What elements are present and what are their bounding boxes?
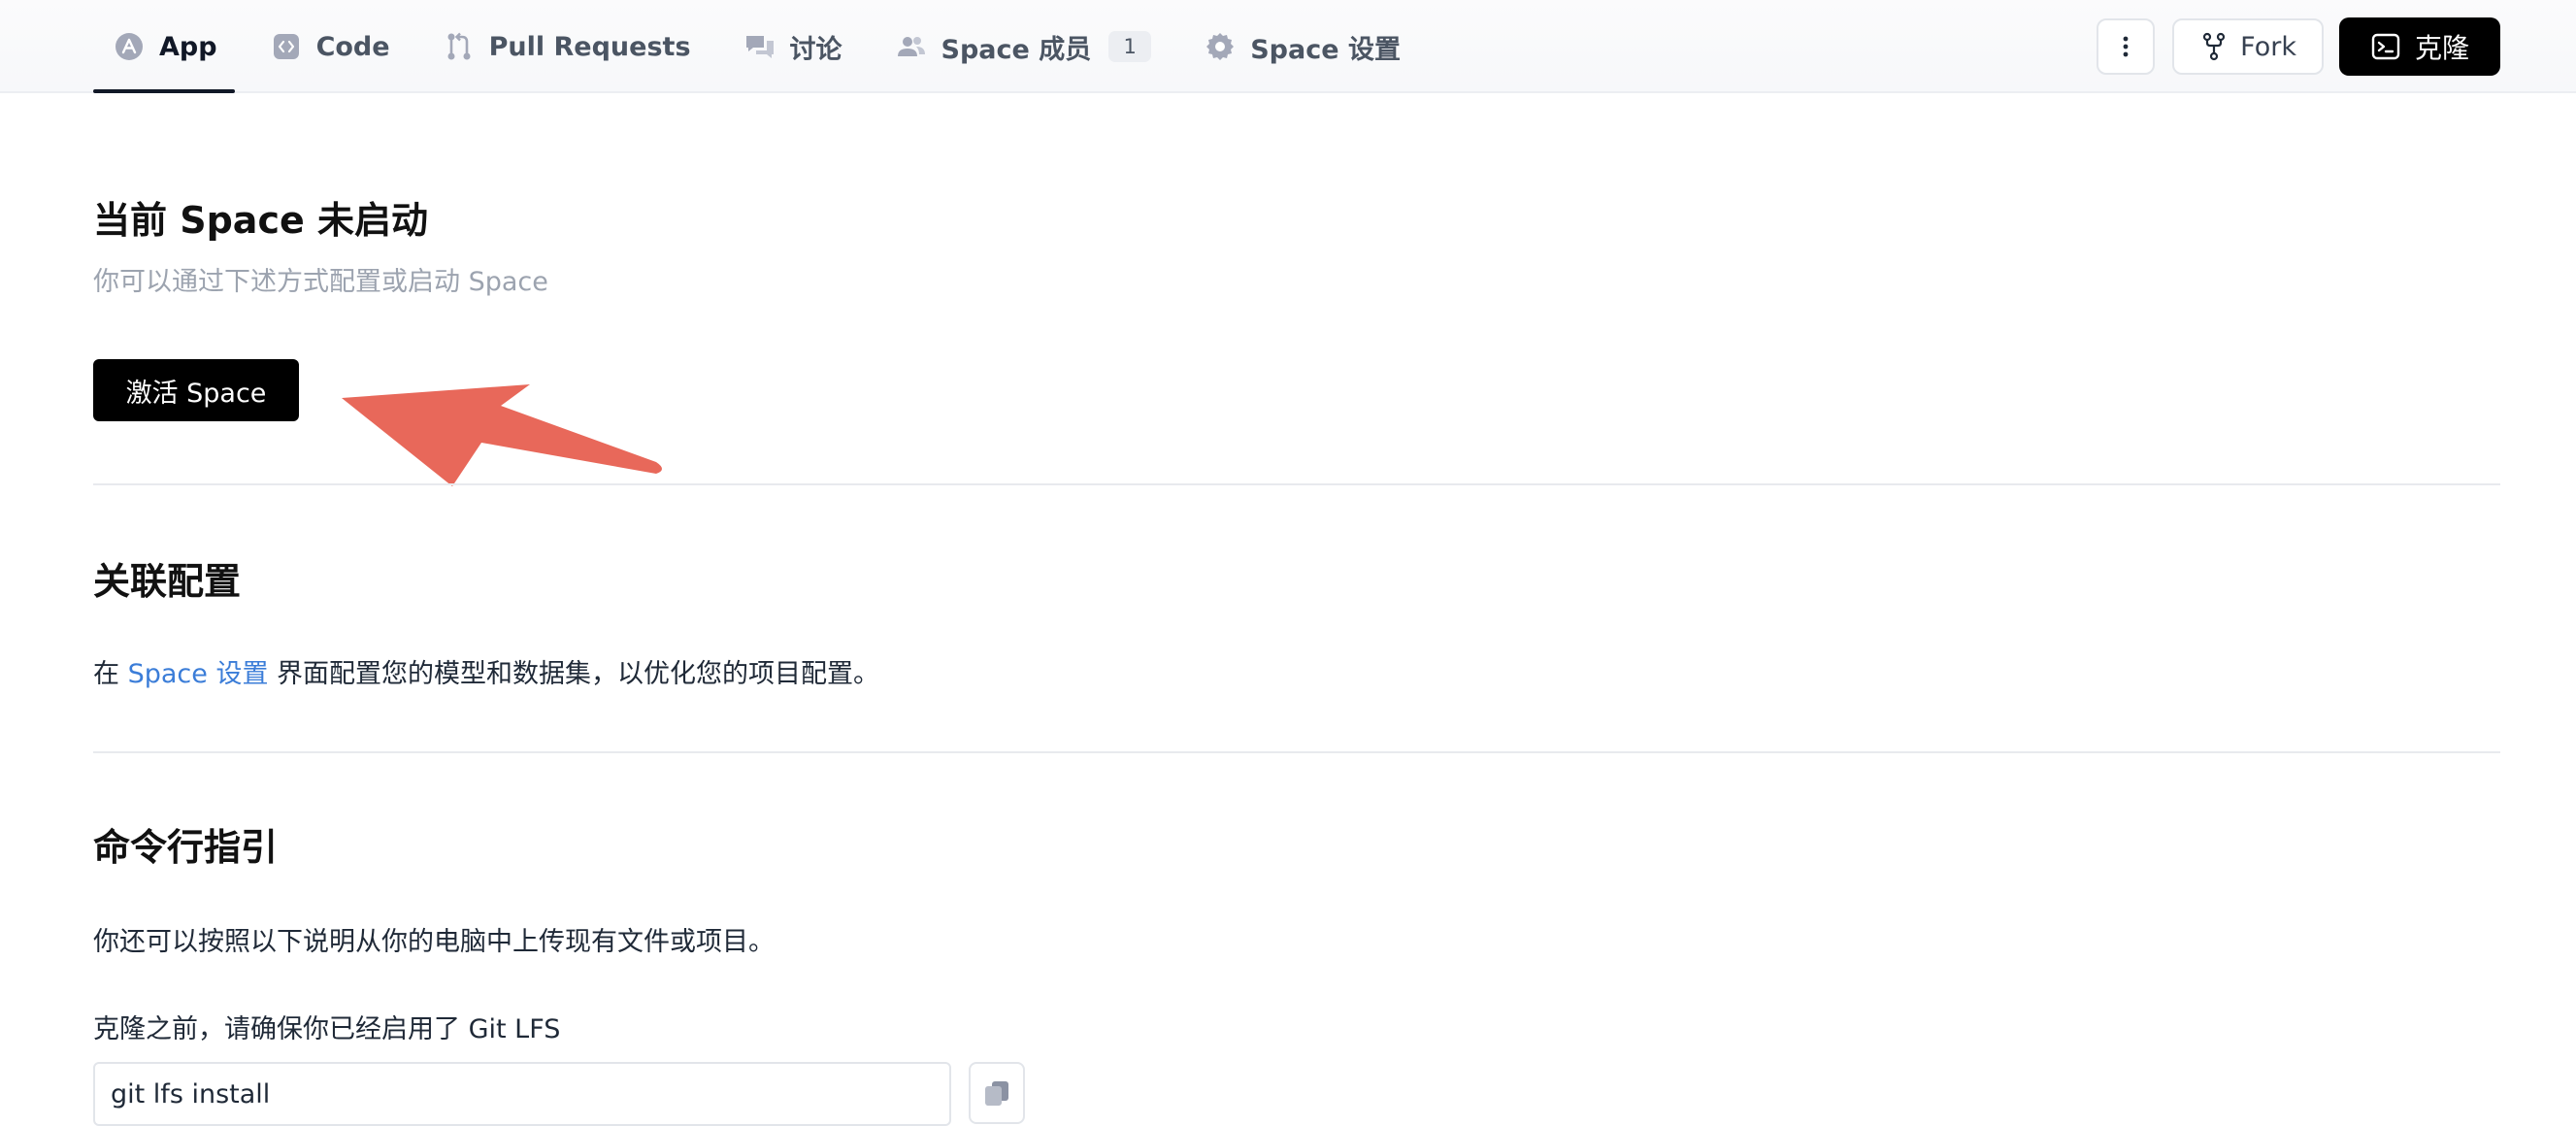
- lfs-note: 克隆之前，请确保你已经启用了 Git LFS: [93, 1014, 561, 1044]
- code-icon: [270, 30, 303, 63]
- section-divider: [93, 483, 2500, 485]
- top-bar: App Code Pull Requests 讨论 Space 成员 1 Spa…: [0, 0, 2576, 93]
- tab-label: 讨论: [789, 34, 842, 65]
- status-title: 当前 Space 未启动: [93, 199, 428, 242]
- gear-icon: [1204, 30, 1237, 63]
- more-options-button[interactable]: [2097, 18, 2156, 75]
- tab-app[interactable]: App: [93, 0, 235, 93]
- fork-icon: [2203, 32, 2226, 61]
- tab-space-settings[interactable]: Space 设置: [1186, 0, 1418, 93]
- clone-label: 克隆: [2414, 32, 2469, 64]
- member-count-badge: 1: [1108, 31, 1152, 62]
- pull-request-icon: [443, 30, 476, 63]
- tab-label: App: [159, 31, 217, 62]
- terminal-icon: [2371, 33, 2400, 60]
- tab-code[interactable]: Code: [252, 0, 408, 93]
- clone-button[interactable]: 克隆: [2338, 17, 2500, 76]
- members-icon: [895, 30, 928, 63]
- config-suffix: 界面配置您的模型和数据集，以优化您的项目配置。: [268, 659, 880, 689]
- header-actions: Fork 克隆: [2097, 17, 2500, 76]
- cli-description: 你还可以按照以下说明从你的电脑中上传现有文件或项目。: [93, 927, 775, 957]
- command-text: git lfs install: [111, 1078, 271, 1109]
- tab-label: Space 设置: [1250, 34, 1401, 65]
- space-settings-link[interactable]: Space 设置: [128, 659, 269, 689]
- fork-label: Fork: [2240, 31, 2296, 62]
- tab-pull-requests[interactable]: Pull Requests: [425, 0, 709, 93]
- copy-icon: [985, 1081, 1008, 1106]
- fork-button[interactable]: Fork: [2172, 18, 2324, 75]
- config-title: 关联配置: [93, 560, 242, 603]
- status-subtitle: 你可以通过下述方式配置或启动 Space: [93, 267, 548, 297]
- app-icon: [113, 30, 146, 63]
- tab-members[interactable]: Space 成员 1: [877, 0, 1170, 93]
- section-divider: [93, 751, 2500, 753]
- cli-title: 命令行指引: [93, 826, 279, 869]
- tab-label: Space 成员: [941, 34, 1092, 65]
- command-input[interactable]: git lfs install: [93, 1062, 951, 1126]
- tab-bar: App Code Pull Requests 讨论 Space 成员 1 Spa…: [93, 0, 1436, 93]
- config-prefix: 在: [93, 659, 128, 689]
- copy-button[interactable]: [969, 1062, 1025, 1124]
- tab-discussions[interactable]: 讨论: [726, 0, 860, 93]
- more-vertical-icon: [2123, 36, 2129, 57]
- tab-label: Code: [315, 31, 390, 62]
- annotation-arrow-icon: [342, 384, 662, 486]
- activate-space-button[interactable]: 激活 Space: [93, 359, 299, 421]
- tab-label: Pull Requests: [488, 31, 691, 62]
- discussion-icon: [743, 30, 776, 63]
- config-description: 在 Space 设置 界面配置您的模型和数据集，以优化您的项目配置。: [93, 652, 879, 690]
